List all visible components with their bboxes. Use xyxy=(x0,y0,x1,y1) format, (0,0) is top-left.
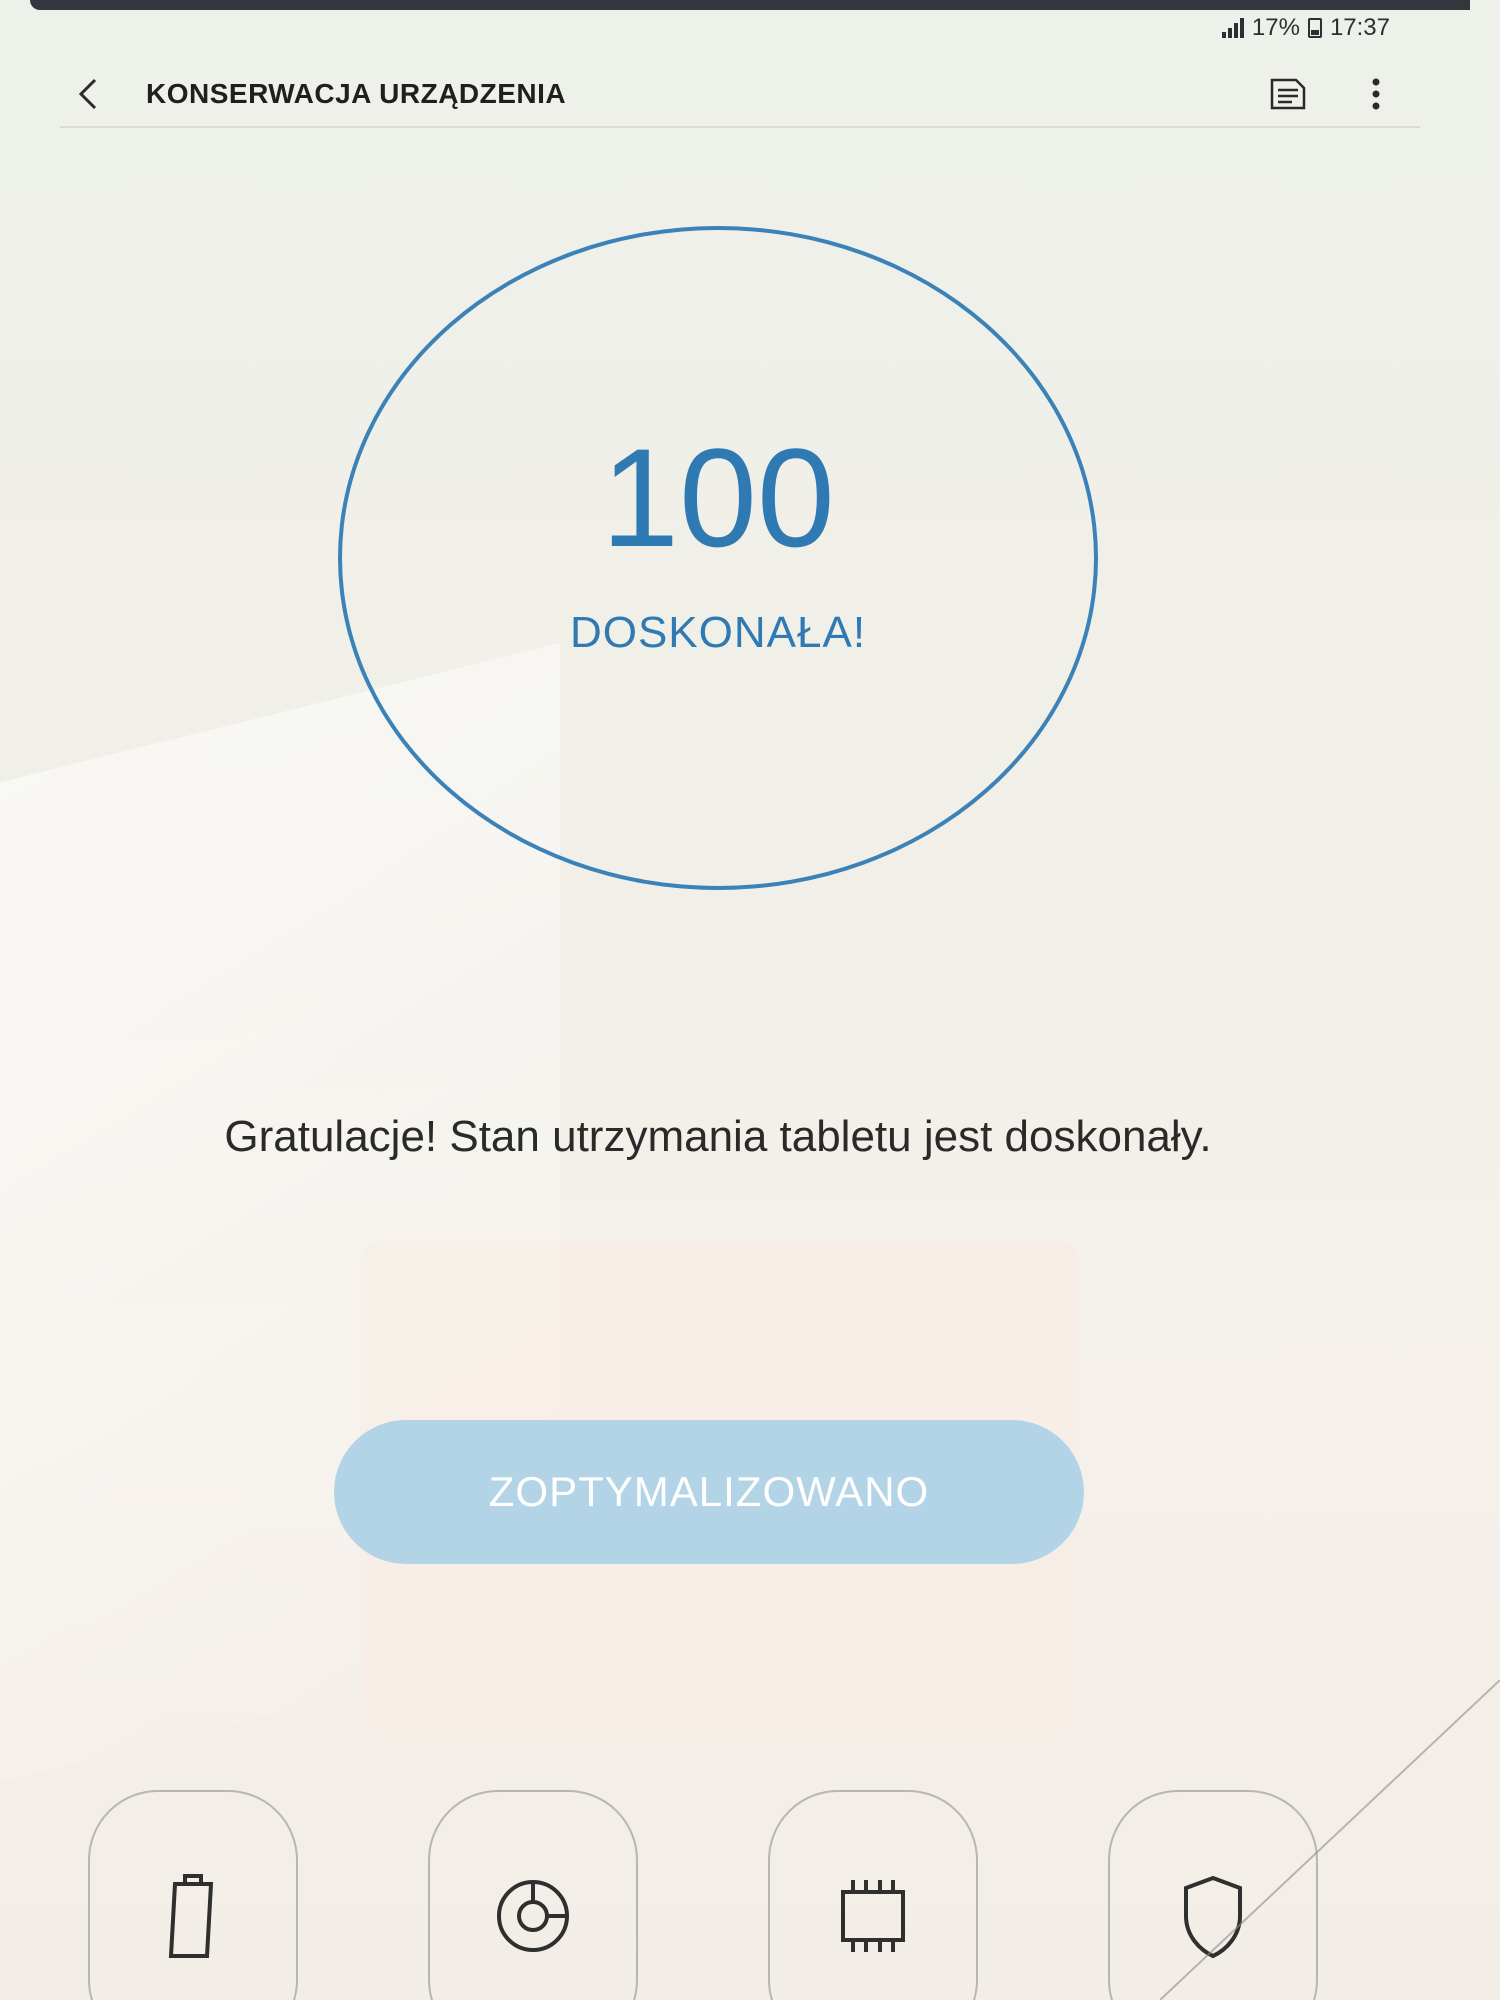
document-icon xyxy=(1270,78,1306,110)
battery-percent: 17% xyxy=(1251,14,1300,41)
battery-icon xyxy=(168,1874,214,1958)
tile-memory[interactable] xyxy=(768,1790,978,2000)
score-circle: 100 DOSKONAŁA! xyxy=(338,226,1098,890)
memory-chip-icon xyxy=(841,1880,905,1952)
status-time: 17:37 xyxy=(1329,14,1390,41)
app-bar: KONSERWACJA URZĄDZENIA xyxy=(60,62,1420,128)
score-value: 100 xyxy=(601,419,835,576)
shield-icon xyxy=(1184,1875,1242,1959)
page-title: KONSERWACJA URZĄDZENIA xyxy=(146,78,567,109)
app-bar-actions xyxy=(1264,70,1400,118)
optimized-button[interactable]: ZOPTYMALIZOWANO xyxy=(334,1420,1084,1564)
status-bar: 17% 17:37 xyxy=(1221,8,1390,48)
report-button[interactable] xyxy=(1264,70,1312,118)
screen-glare xyxy=(0,642,560,1798)
tile-battery[interactable] xyxy=(88,1790,298,2000)
signal-icon xyxy=(1221,18,1244,38)
back-button[interactable] xyxy=(60,66,116,122)
device-maintenance-screen: 17% 17:37 KONSERWACJA URZĄDZENIA 100 DOS… xyxy=(0,0,1500,2000)
status-message: Gratulacje! Stan utrzymania tabletu jest… xyxy=(224,1112,1212,1161)
chevron-left-icon xyxy=(78,78,97,110)
tile-storage[interactable] xyxy=(428,1790,638,2000)
storage-icon xyxy=(497,1880,569,1952)
battery-status-icon xyxy=(1307,18,1322,38)
more-vertical-icon xyxy=(1372,78,1380,110)
maintenance-tiles xyxy=(0,1790,1500,2000)
tile-security[interactable] xyxy=(1108,1790,1318,2000)
more-options-button[interactable] xyxy=(1352,70,1400,118)
score-label: DOSKONAŁA! xyxy=(569,608,867,657)
